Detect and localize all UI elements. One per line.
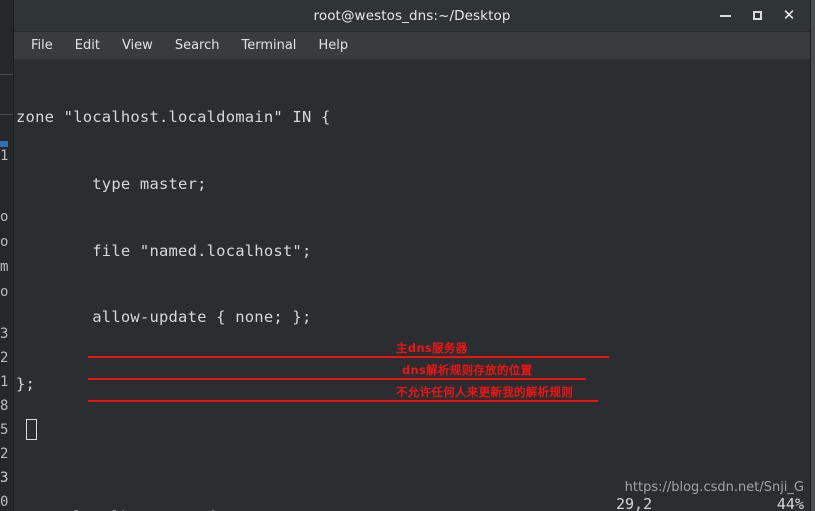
watermark: https://blog.csdn.net/Snji_G [624,480,804,495]
background-gutter-middle: 3 2 1 8 5 2 3 [0,326,9,486]
vim-block-cursor [26,419,37,440]
background-selection-highlight [0,141,8,147]
annotation-underline-file-zone [88,378,586,380]
title-bar[interactable]: root@westos_dns:~/Desktop ✕ [14,0,810,32]
close-icon: ✕ [782,6,796,24]
cursor-position: 29,2 [616,495,653,511]
background-divider [0,114,13,115]
menu-item-file[interactable]: File [20,35,64,56]
code-line: file "named.localhost"; [16,241,312,260]
menu-item-view[interactable]: View [111,35,164,56]
editor-buffer[interactable]: zone "localhost.localdomain" IN { type m… [14,62,810,511]
minimize-icon [719,14,731,17]
screen-root: 1 o o m o 3 2 1 8 5 2 3 3 0 root@westos_… [0,0,815,511]
code-line: allow-update { none; }; [16,308,312,327]
annotation-underline-allow-update [88,400,598,402]
annotation-zone-file-path: dns解析规则存放的位置 [402,363,533,377]
annotation-master-dns: 主dns服务器 [396,341,468,355]
menu-item-help[interactable]: Help [307,35,359,56]
background-gutter-bottom: 3 0 [0,470,9,510]
code-line: type master; [16,175,207,193]
code-line: zone "localhost.localdomain" IN { [16,108,331,127]
annotation-allow-update: 不允许任何人来更新我的解析规则 [396,385,573,399]
scroll-percentage: 44% [776,495,804,511]
background-divider [0,74,13,75]
vim-status-line: 29,2 44% [14,493,810,511]
menu-item-terminal[interactable]: Terminal [230,35,307,56]
menu-bar: File Edit View Search Terminal Help [14,32,810,60]
window-title: root@westos_dns:~/Desktop [313,7,511,24]
maximize-button[interactable] [742,3,772,29]
background-gutter-top: o o m o [0,209,9,300]
menu-item-edit[interactable]: Edit [64,35,111,56]
background-gutter-line-marker: 1 [0,148,9,164]
background-window-right-edge [810,0,815,511]
terminal-window: root@westos_dns:~/Desktop ✕ File Edit Vi… [14,0,810,511]
terminal-body[interactable]: zone "localhost.localdomain" IN { type m… [14,60,810,511]
window-controls: ✕ [710,0,804,31]
minimize-button[interactable] [710,3,740,29]
maximize-icon [752,11,762,20]
annotation-underline-type-master [88,356,609,358]
close-button[interactable]: ✕ [774,3,804,29]
menu-item-search[interactable]: Search [164,35,231,56]
